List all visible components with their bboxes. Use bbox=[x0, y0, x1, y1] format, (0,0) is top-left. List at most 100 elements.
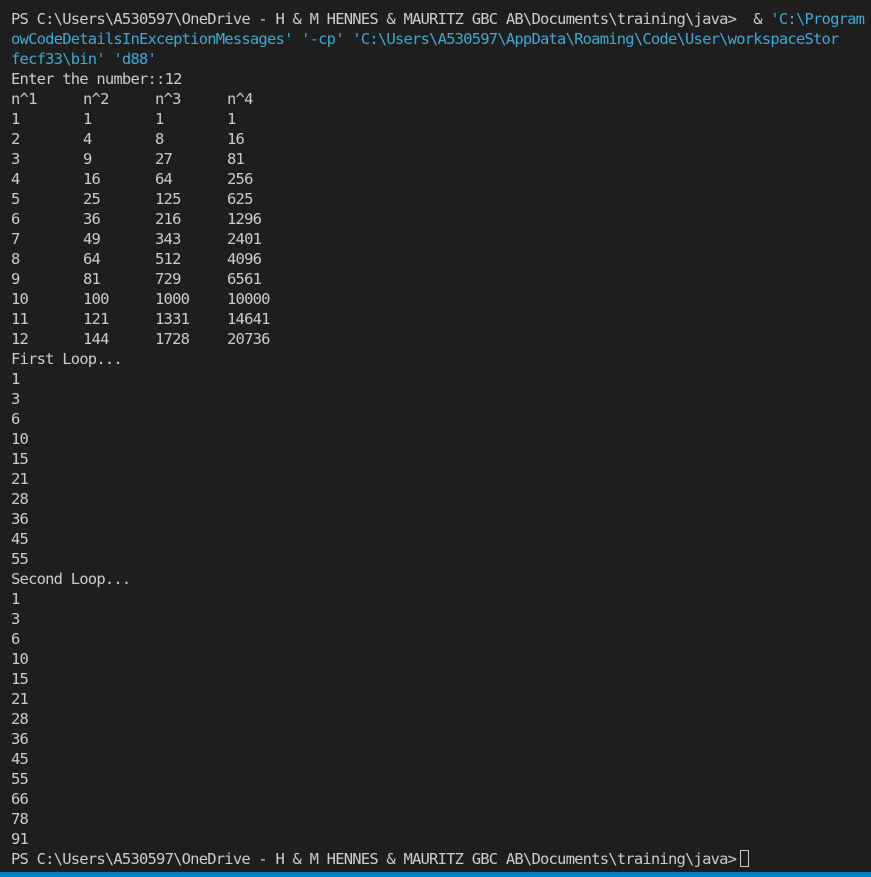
table-row: 6 36 216 1296 bbox=[11, 209, 871, 229]
first-loop-value: 55 bbox=[11, 550, 29, 568]
second-loop-value: 21 bbox=[11, 690, 29, 708]
table-cell: 49 bbox=[83, 230, 101, 248]
second-loop-value: 1 bbox=[11, 590, 20, 608]
table-cell: 6561 bbox=[227, 270, 262, 288]
table-row: 7 49 343 2401 bbox=[11, 229, 871, 249]
first-loop-value: 6 bbox=[11, 410, 20, 428]
command-line: PS C:\Users\A530597\OneDrive - H & M HEN… bbox=[11, 9, 871, 29]
table-cell: 1728 bbox=[155, 330, 190, 348]
panel-bottom-bar bbox=[0, 872, 871, 877]
table-cell: 10000 bbox=[227, 290, 270, 308]
second-loop-value: 66 bbox=[11, 790, 29, 808]
table-row: 4 16 64 256 bbox=[11, 169, 871, 189]
first-loop-value: 1 bbox=[11, 370, 20, 388]
final-prompt-line[interactable]: PS C:\Users\A530597\OneDrive - H & M HEN… bbox=[11, 849, 871, 869]
powers-table: n^1 n^2 n^3 n^4 1 1 1 1 2 4 8 16 3 9 27 81 4 16 64 256 5 25 12… bbox=[11, 89, 871, 349]
table-row: 12 144 1728 20736 bbox=[11, 329, 871, 349]
table-cell: 81 bbox=[83, 270, 101, 288]
table-cell: 1 bbox=[155, 110, 164, 128]
table-cell: 20736 bbox=[227, 330, 270, 348]
second-loop-value: 15 bbox=[11, 670, 29, 688]
first-loop-value: 15 bbox=[11, 450, 29, 468]
table-cell: 5 bbox=[11, 190, 20, 208]
table-row: 9 81 729 6561 bbox=[11, 269, 871, 289]
table-cell: 6 bbox=[11, 210, 20, 228]
table-cell: 1 bbox=[227, 110, 236, 128]
table-cell: 8 bbox=[11, 250, 20, 268]
table-row: 11 121 1331 14641 bbox=[11, 309, 871, 329]
table-cell: 2 bbox=[11, 130, 20, 148]
table-cell: 144 bbox=[83, 330, 109, 348]
table-cell: 16 bbox=[227, 130, 245, 148]
table-cell: 3 bbox=[11, 150, 20, 168]
command-continuation-2: fecf33\bin' 'd88' bbox=[11, 50, 157, 68]
table-cell: 512 bbox=[155, 250, 181, 268]
table-cell: 9 bbox=[83, 150, 92, 168]
table-cell: 16 bbox=[83, 170, 101, 188]
table-row: 2 4 8 16 bbox=[11, 129, 871, 149]
table-cell: 9 bbox=[11, 270, 20, 288]
table-cell: 125 bbox=[155, 190, 181, 208]
table-cell: 256 bbox=[227, 170, 253, 188]
first-loop-value: 45 bbox=[11, 530, 29, 548]
table-cell: 11 bbox=[11, 310, 29, 328]
table-header-cell: n^1 bbox=[11, 90, 37, 108]
table-cell: 4 bbox=[83, 130, 92, 148]
first-loop-value: 10 bbox=[11, 430, 29, 448]
table-row: 5 25 125 625 bbox=[11, 189, 871, 209]
first-loop-label: First Loop... bbox=[11, 350, 123, 368]
input-prompt: Enter the number::12 bbox=[11, 70, 182, 88]
table-cell: 81 bbox=[227, 150, 245, 168]
second-loop-value: 6 bbox=[11, 630, 20, 648]
second-loop-output: 1 3 6 10 15 21 28 36 45 55 66 78 91 bbox=[11, 589, 871, 849]
command-args: 'C:\Program Files\Java\jdk-15.0.1\bin\ja… bbox=[770, 10, 865, 28]
table-cell: 343 bbox=[155, 230, 181, 248]
table-row: 8 64 512 4096 bbox=[11, 249, 871, 269]
table-cell: 729 bbox=[155, 270, 181, 288]
command-prompt: PS C:\Users\A530597\OneDrive - H & M HEN… bbox=[11, 10, 771, 28]
table-cell: 1 bbox=[83, 110, 92, 128]
table-cell: 10 bbox=[11, 290, 29, 308]
final-prompt: PS C:\Users\A530597\OneDrive - H & M HEN… bbox=[11, 850, 737, 868]
text-cursor bbox=[740, 850, 750, 867]
table-cell: 121 bbox=[83, 310, 109, 328]
second-loop-label: Second Loop... bbox=[11, 570, 131, 588]
table-cell: 625 bbox=[227, 190, 253, 208]
table-cell: 12 bbox=[11, 330, 29, 348]
table-cell: 1296 bbox=[227, 210, 262, 228]
table-cell: 64 bbox=[83, 250, 101, 268]
table-row: 3 9 27 81 bbox=[11, 149, 871, 169]
table-cell: 100 bbox=[83, 290, 109, 308]
table-cell: 2401 bbox=[227, 230, 262, 248]
first-loop-value: 3 bbox=[11, 390, 20, 408]
table-cell: 1331 bbox=[155, 310, 190, 328]
second-loop-value: 91 bbox=[11, 830, 29, 848]
first-loop-value: 21 bbox=[11, 470, 29, 488]
second-loop-value: 10 bbox=[11, 650, 29, 668]
second-loop-value: 45 bbox=[11, 750, 29, 768]
second-loop-value: 3 bbox=[11, 610, 20, 628]
table-cell: 14641 bbox=[227, 310, 270, 328]
table-cell: 216 bbox=[155, 210, 181, 228]
table-header-row: n^1 n^2 n^3 n^4 bbox=[11, 89, 871, 109]
table-cell: 8 bbox=[155, 130, 164, 148]
first-loop-value: 36 bbox=[11, 510, 29, 528]
table-cell: 1000 bbox=[155, 290, 190, 308]
command-continuation-1: owCodeDetailsInExceptionMessages' '-cp' … bbox=[11, 30, 839, 48]
table-row: 1 1 1 1 bbox=[11, 109, 871, 129]
first-loop-value: 28 bbox=[11, 490, 29, 508]
second-loop-value: 55 bbox=[11, 770, 29, 788]
table-row: 10 100 1000 10000 bbox=[11, 289, 871, 309]
table-cell: 36 bbox=[83, 210, 101, 228]
second-loop-value: 36 bbox=[11, 730, 29, 748]
terminal-panel[interactable]: PS C:\Users\A530597\OneDrive - H & M HEN… bbox=[0, 0, 871, 877]
table-cell: 25 bbox=[83, 190, 101, 208]
table-cell: 7 bbox=[11, 230, 20, 248]
table-header-cell: n^2 bbox=[83, 90, 109, 108]
table-header-cell: n^3 bbox=[155, 90, 181, 108]
table-cell: 4096 bbox=[227, 250, 262, 268]
table-cell: 64 bbox=[155, 170, 173, 188]
table-cell: 1 bbox=[11, 110, 20, 128]
table-header-cell: n^4 bbox=[227, 90, 253, 108]
second-loop-value: 28 bbox=[11, 710, 29, 728]
